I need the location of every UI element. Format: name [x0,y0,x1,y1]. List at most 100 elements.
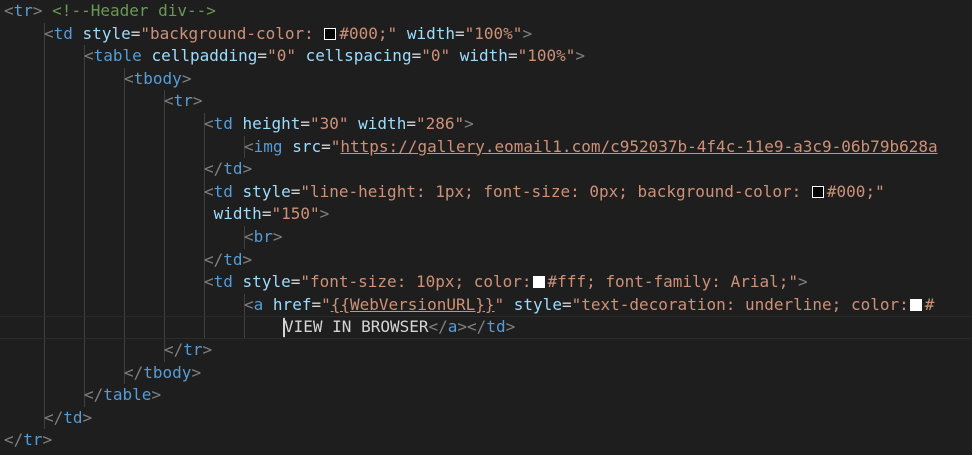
color-swatch[interactable] [811,185,824,198]
text-content: = [406,114,416,133]
link-text[interactable]: {{WebVersionURL}} [331,295,495,314]
tag-name: table [103,385,152,405]
punctuation: > [151,385,162,405]
punctuation: </ [428,317,448,337]
text-content [283,137,293,156]
text-content: = [455,23,465,43]
code-line[interactable]: </td> [204,158,252,180]
punctuation: > [798,272,808,292]
punctuation: < [244,294,254,314]
text-content: = [311,294,322,314]
tag-name: tr [13,1,33,20]
code-line[interactable]: </table> [84,384,161,406]
link-text[interactable]: https://gallery.eomail1.com/c952037b-4f4… [340,137,937,156]
tag-name: td [53,23,73,43]
text-content: = [290,272,301,292]
text-content [397,24,407,43]
string-value: " [321,294,331,314]
punctuation: </ [84,385,104,405]
code-line[interactable]: <img src="https://gallery.eomail1.com/c9… [244,136,938,158]
string-value: #fff; font-family: Arial;" [547,272,798,292]
code-line[interactable]: </tr> [164,339,212,361]
text-content [450,46,460,65]
punctuation: </ [204,159,224,179]
string-value: #000;" [826,181,885,201]
tag-name: td [213,272,233,292]
code-line[interactable]: <td style="font-size: 10px; color: #fff; … [204,271,808,293]
attribute-name: style [242,272,291,292]
punctuation: > [82,407,93,427]
code-line[interactable]: <tbody> [124,68,191,90]
punctuation: > [464,114,474,133]
text-content [349,114,359,133]
punctuation: > [32,1,53,20]
code-line[interactable]: <table cellpadding="0" cellspacing="0" w… [84,45,585,67]
code-line[interactable]: VIEW IN BROWSER</a></td> [284,316,515,338]
text-content: = [411,46,422,66]
code-editor[interactable]: <tr> <!--Header div--> <td style="backgro… [0,0,972,455]
string-value: "line-height: 1px; font-size: 0px; backg… [300,181,811,201]
string-value: "0" [267,46,296,66]
tag-name: img [253,136,283,156]
attribute-name: style [513,294,562,314]
text-cursor [283,318,285,337]
text-content [142,46,152,65]
code-line[interactable]: <br> [244,226,283,248]
string-value: " [494,294,505,314]
tag-name: a [253,294,264,314]
attribute-name: width [358,114,407,133]
punctuation: > [242,159,253,179]
attribute-name: width [459,46,508,66]
text-content [204,204,214,223]
attribute-name: width [406,23,455,43]
text-content: = [561,294,572,314]
code-line[interactable]: </tr> [4,429,52,451]
text-content: = [290,181,301,201]
punctuation: < [44,23,54,43]
color-swatch[interactable] [324,27,337,40]
punctuation: > [191,362,202,382]
code-line[interactable]: <a href="{{WebVersionURL}}" style="text-… [244,294,934,316]
code-line[interactable]: width="150"> [204,203,330,225]
tag-name: td [213,181,233,201]
punctuation: > [505,317,516,337]
punctuation: < [84,46,94,66]
attribute-name: width [213,204,262,224]
color-swatch[interactable] [909,298,922,311]
text-content [73,24,83,43]
string-value: "0" [421,46,451,66]
punctuation: </ [124,362,144,382]
code-line[interactable]: <td style="background-color: #000;" widt… [44,23,532,45]
punctuation: </ [44,407,64,427]
code-line[interactable]: </tbody> [124,362,201,384]
tag-name: tbody [143,362,192,382]
string-value: "font-size: 10px; color: [300,272,532,292]
text-content: = [321,136,331,156]
punctuation: < [204,181,214,201]
punctuation: < [244,227,254,246]
string-value: "286" [415,114,465,133]
code-line[interactable]: <tr> [164,90,203,112]
attribute-name: cellpadding [151,46,258,66]
code-line[interactable]: </td> [204,249,252,271]
tag-name: a [447,317,458,337]
punctuation: > [319,204,330,224]
punctuation: > [272,227,283,246]
text-content: = [257,46,268,66]
code-line[interactable]: <td height="30" width="286"> [204,113,474,135]
punctuation: </ [4,430,24,450]
tag-name: td [63,407,83,427]
color-swatch[interactable] [532,276,545,289]
tag-name: tr [183,340,203,359]
indent-guide-line [84,45,85,407]
text-content: = [130,23,141,43]
tag-name: tr [173,91,193,111]
punctuation: > [192,91,203,111]
code-line[interactable]: </td> [44,407,92,429]
text-content: = [261,204,272,224]
code-line[interactable]: <tr> <!--Header div--> [4,0,216,22]
code-line[interactable]: <td style="line-height: 1px; font-size: … [204,181,885,203]
tag-name: table [93,46,142,66]
text-content [504,295,514,314]
punctuation: </ [164,340,184,359]
